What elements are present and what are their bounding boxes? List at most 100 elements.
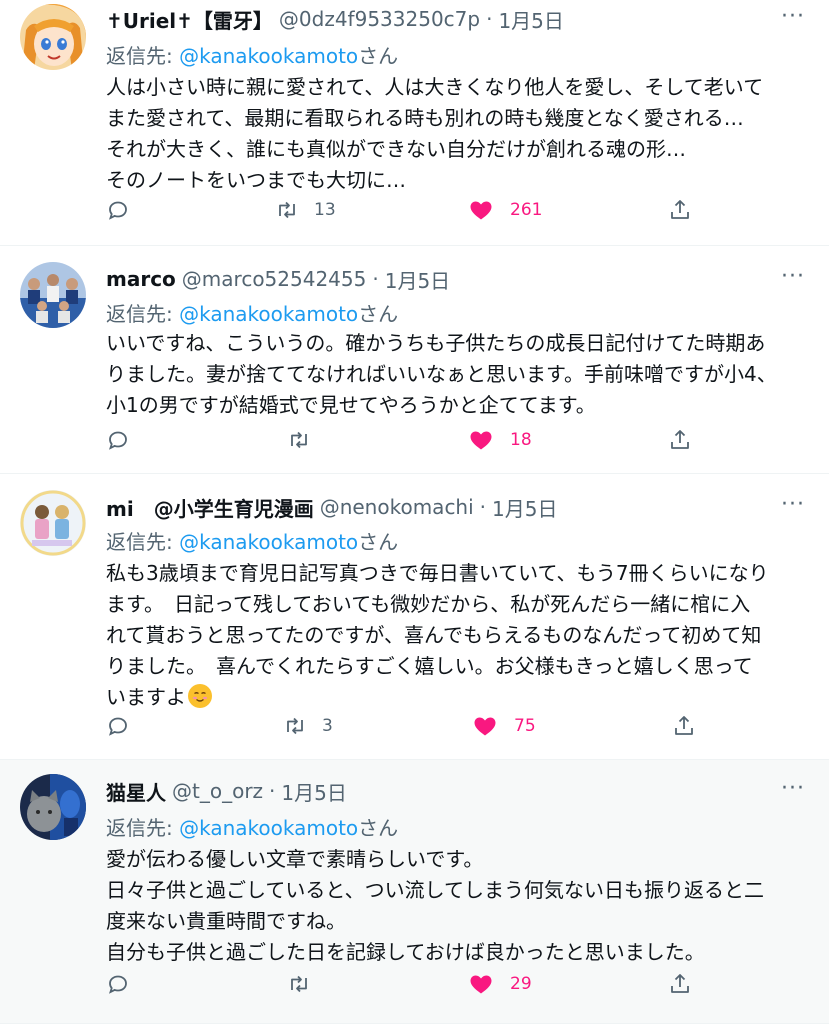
like-button[interactable]: 75 <box>472 714 536 738</box>
more-options-icon[interactable]: ··· <box>781 776 805 801</box>
reply-suffix: さん <box>358 44 399 68</box>
user-handle[interactable]: @0dz4f9533250c7p <box>279 7 480 31</box>
tweet-header: mi @小学生育児漫画 @nenokomachi · 1月5日 <box>106 490 769 524</box>
replying-to: 返信先: @kanakookamotoさん <box>106 40 398 69</box>
tweet-text-line: りました。 喜んでくれたらすごく嬉しい。お父様もきっと嬉しく思って <box>106 654 753 678</box>
retweet-icon <box>291 975 307 993</box>
separator: · <box>269 779 276 803</box>
separator: · <box>479 495 487 519</box>
heart-filled-icon <box>470 431 492 450</box>
user-handle[interactable]: @t_o_orz <box>172 779 263 803</box>
more-options-icon[interactable]: ··· <box>781 492 805 517</box>
display-name[interactable]: 猫星人 <box>106 777 166 806</box>
like-count: 29 <box>510 974 532 994</box>
heart-filled-icon <box>470 201 492 220</box>
tweet[interactable]: ✝Uriel✝【雷牙】 @0dz4f9533250c7p · 1月5日 ··· … <box>0 0 829 246</box>
tweet-actions: 29 <box>106 972 706 1002</box>
reply-prefix: 返信先: <box>106 816 180 840</box>
tweet-actions: 13 261 <box>106 198 706 228</box>
replying-to: 返信先: @kanakookamotoさん <box>106 298 398 327</box>
retweet-button[interactable] <box>286 972 326 996</box>
timestamp[interactable]: 1月5日 <box>281 777 346 806</box>
retweet-count: 13 <box>314 200 336 220</box>
retweet-button[interactable]: 3 <box>282 714 333 738</box>
tweet-text: 愛が伝わる優しい文章で素晴らしいです。 日々子供と過ごしていると、つい流してしま… <box>106 844 799 968</box>
timestamp[interactable]: 1月5日 <box>492 493 557 522</box>
tweet-text-line: 自分も子供と過ごした日を記録しておけば良かったと思いました。 <box>106 940 705 964</box>
tweet-text-line: 私も3歳頃まで育児日記写真つきで毎日書いていて、もう7冊くらいになり <box>106 561 769 585</box>
tweet-text-tail: いますよ <box>106 685 186 709</box>
user-handle[interactable]: @marco52542455 <box>182 267 367 291</box>
reply-button[interactable] <box>106 972 130 996</box>
share-button[interactable] <box>668 198 692 222</box>
tweet-text-line: いいですね、こういうの。確かうちも子供たちの成長日記付けてた時期あ <box>106 331 766 355</box>
tweet-text-line: れて貰おうと思ってたのですが、喜んでもらえるものなんだって初めて知 <box>106 623 762 647</box>
reply-prefix: 返信先: <box>106 44 180 68</box>
tweet-text-line: 日々子供と過ごしていると、つい流してしまう何気ない日も振り返ると二 <box>106 878 764 902</box>
share-button[interactable] <box>668 428 692 452</box>
separator: · <box>486 7 493 31</box>
display-name[interactable]: mi @小学生育児漫画 <box>106 493 314 522</box>
tweet-actions: 3 75 <box>106 714 706 744</box>
user-handle[interactable]: @nenokomachi <box>320 495 474 519</box>
replying-to: 返信先: @kanakookamotoさん <box>106 812 398 841</box>
share-icon <box>675 716 693 735</box>
reply-prefix: 返信先: <box>106 302 180 326</box>
tweet-text-line: 愛が伝わる優しい文章で素晴らしいです。 <box>106 847 484 871</box>
heart-filled-icon <box>474 717 496 736</box>
retweet-button[interactable] <box>286 428 326 452</box>
timestamp[interactable]: 1月5日 <box>498 5 563 34</box>
retweet-button[interactable]: 13 <box>274 198 336 222</box>
retweet-icon <box>287 717 303 735</box>
like-count: 261 <box>510 200 543 220</box>
replying-to: 返信先: @kanakookamotoさん <box>106 526 398 555</box>
reply-icon <box>109 431 127 450</box>
reply-button[interactable] <box>106 198 130 222</box>
like-count: 75 <box>514 716 536 736</box>
like-button[interactable]: 18 <box>468 428 532 452</box>
user-avatar[interactable] <box>20 4 86 70</box>
tweet-text-line: それが大きく、誰にも真似ができない自分だけが創れる魂の形… <box>106 137 686 161</box>
reply-suffix: さん <box>358 302 399 326</box>
more-options-icon[interactable]: ··· <box>781 264 805 289</box>
tweet[interactable]: 猫星人 @t_o_orz · 1月5日 ··· 返信先: @kanakookam… <box>0 760 829 1024</box>
reply-mention-link[interactable]: @kanakookamoto <box>179 530 358 554</box>
reply-mention-link[interactable]: @kanakookamoto <box>179 816 358 840</box>
tweet[interactable]: marco @marco52542455 · 1月5日 ··· 返信先: @ka… <box>0 246 829 474</box>
tweet-header: marco @marco52542455 · 1月5日 <box>106 262 769 296</box>
timestamp[interactable]: 1月5日 <box>385 265 450 294</box>
tweet-text-line: ます。 日記って残しておいても微妙だから、私が死んだら一緒に棺に入 <box>106 592 751 616</box>
heart-filled-icon <box>470 975 492 994</box>
tweet-text-line: いますよ <box>106 682 799 713</box>
share-icon <box>671 974 689 993</box>
tweet-text-line: 度来ない貴重時間ですね。 <box>106 909 346 933</box>
tweet-text-line: また愛されて、最期に看取られる時も別れの時も幾度となく愛される… <box>106 106 744 130</box>
display-name[interactable]: marco <box>106 267 176 291</box>
like-button[interactable]: 29 <box>468 972 532 996</box>
share-button[interactable] <box>672 714 696 738</box>
user-avatar[interactable] <box>20 774 86 840</box>
user-avatar[interactable] <box>20 262 86 328</box>
tweet-header: ✝Uriel✝【雷牙】 @0dz4f9533250c7p · 1月5日 <box>106 2 769 36</box>
display-name[interactable]: ✝Uriel✝【雷牙】 <box>106 5 273 34</box>
tweet-text-line: そのノートをいつまでも大切に… <box>106 168 406 192</box>
tweet-text-line: 人は小さい時に親に愛されて、人は大きくなり他人を愛し、そして老いて <box>106 75 764 99</box>
share-button[interactable] <box>668 972 692 996</box>
tweet-text: 人は小さい時に親に愛されて、人は大きくなり他人を愛し、そして老いて また愛されて… <box>106 72 799 196</box>
reply-suffix: さん <box>358 816 399 840</box>
user-avatar[interactable] <box>20 490 86 556</box>
share-icon <box>671 200 689 219</box>
retweet-count: 3 <box>322 716 333 736</box>
reply-mention-link[interactable]: @kanakookamoto <box>179 302 358 326</box>
reply-button[interactable] <box>106 428 130 452</box>
reply-prefix: 返信先: <box>106 530 180 554</box>
reply-icon <box>109 975 127 994</box>
share-icon <box>671 430 689 449</box>
tweet[interactable]: mi @小学生育児漫画 @nenokomachi · 1月5日 ··· 返信先:… <box>0 474 829 760</box>
reply-mention-link[interactable]: @kanakookamoto <box>179 44 358 68</box>
smiling-face-emoji-icon <box>188 684 212 708</box>
retweet-icon <box>291 431 307 449</box>
reply-button[interactable] <box>106 714 130 738</box>
more-options-icon[interactable]: ··· <box>781 4 805 29</box>
like-button[interactable]: 261 <box>468 198 542 222</box>
